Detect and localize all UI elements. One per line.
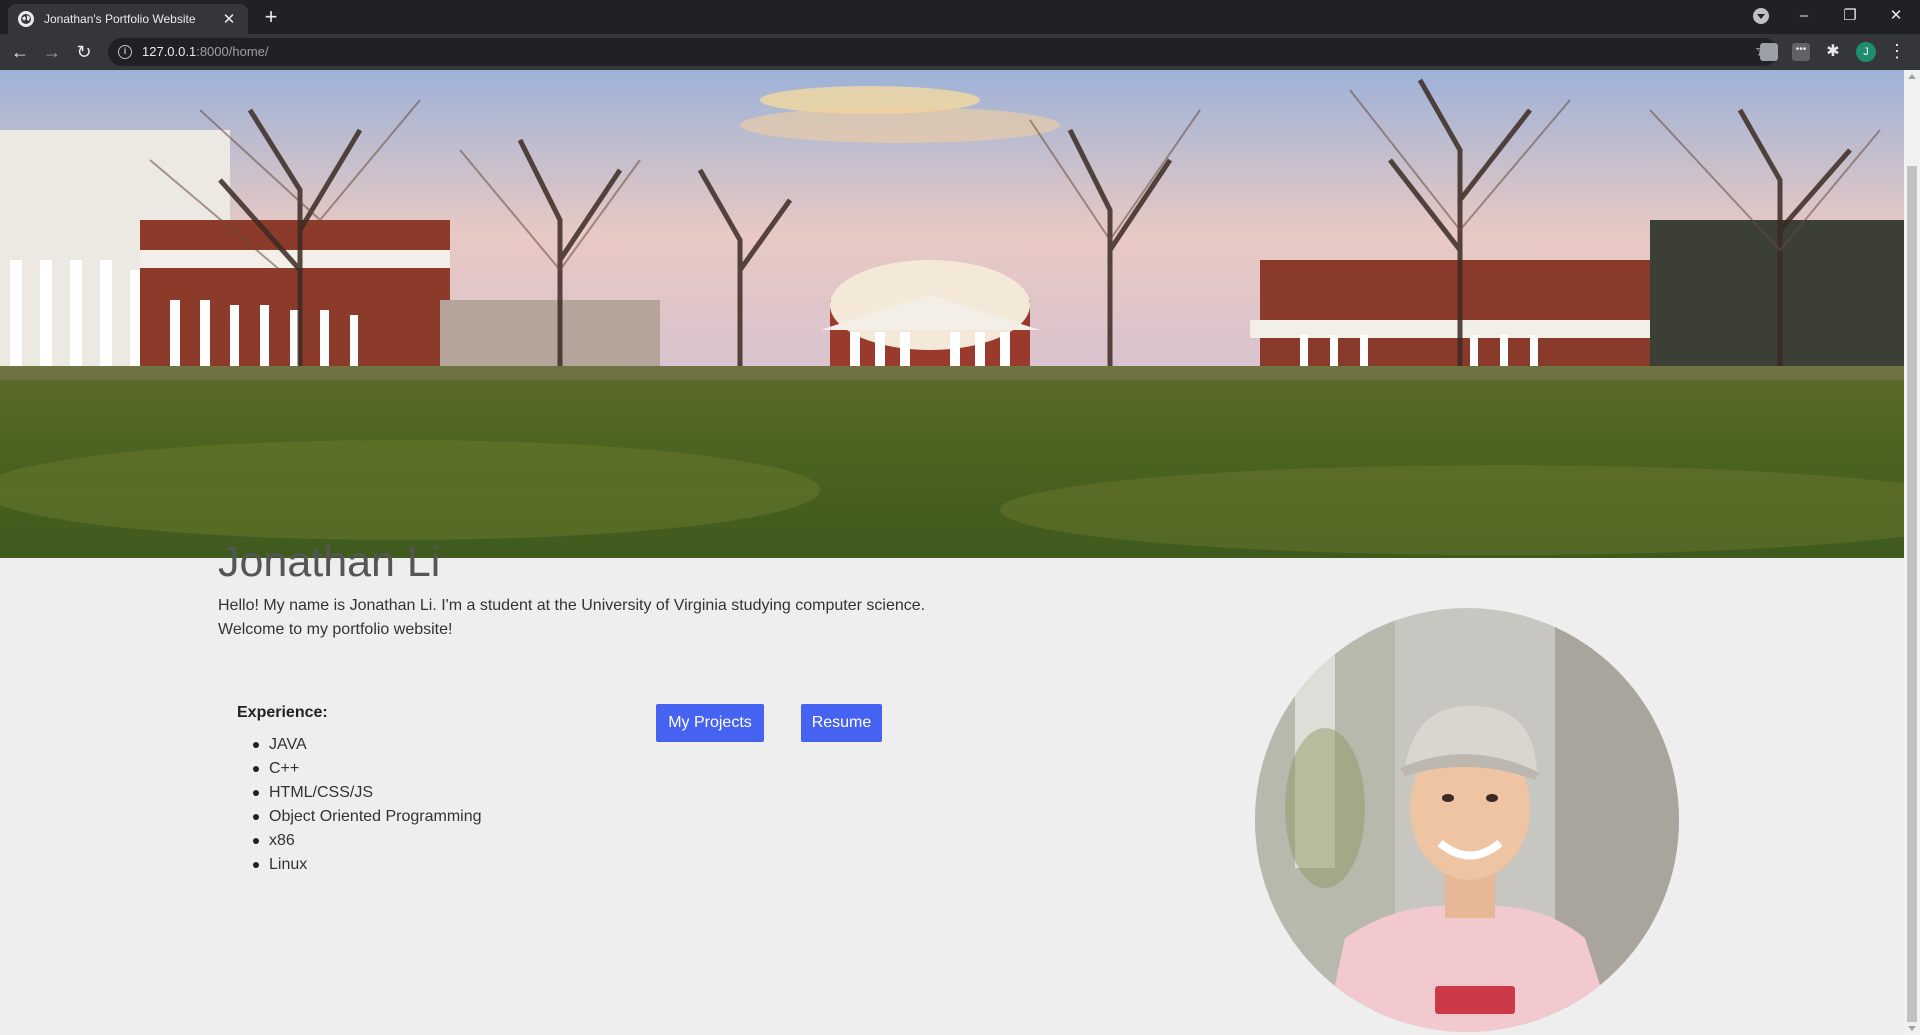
scroll-thumb[interactable]: [1907, 166, 1917, 1022]
more-menu-icon[interactable]: ⋮: [1888, 41, 1906, 61]
page-viewport: Jonathan Li Hello! My name is Jonathan L…: [0, 70, 1904, 1035]
close-icon[interactable]: ✕: [220, 10, 238, 28]
list-item: HTML/CSS/JS: [253, 781, 482, 805]
intro-line-1: Hello! My name is Jonathan Li. I'm a stu…: [218, 597, 926, 614]
browser-toolbar: ← → ↻ i 127.0.0.1:8000/home/ ☆ ••• ✱ J ⋮: [0, 34, 1920, 70]
browser-tab[interactable]: Jonathan's Portfolio Website ✕: [8, 4, 248, 34]
list-item: C++: [253, 757, 482, 781]
new-tab-icon[interactable]: +: [259, 5, 283, 29]
intro-line-2: Welcome to my portfolio website!: [218, 621, 453, 638]
tab-search-icon[interactable]: [1753, 8, 1769, 24]
tab-title: Jonathan's Portfolio Website: [44, 12, 196, 26]
experience-heading: Experience:: [237, 704, 328, 721]
page-title: Jonathan Li: [218, 538, 441, 586]
scroll-up-icon[interactable]: [1908, 74, 1916, 79]
globe-icon: [18, 11, 34, 27]
profile-photo: [1255, 608, 1679, 1032]
my-projects-button[interactable]: My Projects: [656, 704, 764, 742]
back-icon[interactable]: ←: [8, 40, 32, 64]
puzzle-icon[interactable]: ✱: [1824, 43, 1842, 61]
minimize-icon[interactable]: –: [1790, 5, 1818, 27]
extension-dots-icon[interactable]: •••: [1792, 43, 1810, 61]
list-item: Object Oriented Programming: [253, 805, 482, 829]
profile-avatar[interactable]: J: [1856, 42, 1876, 62]
address-bar[interactable]: i 127.0.0.1:8000/home/ ☆: [108, 38, 1778, 66]
info-icon[interactable]: i: [118, 45, 132, 59]
list-item: JAVA: [253, 733, 482, 757]
list-item: Linux: [253, 853, 482, 877]
reload-icon[interactable]: ↻: [72, 40, 96, 64]
restore-icon[interactable]: ❐: [1836, 5, 1864, 27]
extension-icon[interactable]: [1760, 43, 1778, 61]
window-close-icon[interactable]: ✕: [1882, 5, 1910, 27]
resume-button[interactable]: Resume: [801, 704, 882, 742]
forward-icon[interactable]: →: [40, 40, 64, 64]
browser-tab-bar: Jonathan's Portfolio Website ✕ + – ❐ ✕: [0, 0, 1920, 34]
list-item: x86: [253, 829, 482, 853]
experience-list: JAVA C++ HTML/CSS/JS Object Oriented Pro…: [253, 733, 482, 877]
scroll-down-icon[interactable]: [1908, 1026, 1916, 1031]
intro-text: Hello! My name is Jonathan Li. I'm a stu…: [218, 594, 978, 642]
url-text: 127.0.0.1:8000/home/: [142, 44, 269, 59]
page-scrollbar[interactable]: [1904, 70, 1920, 1035]
hero-banner-image: [0, 70, 1904, 558]
